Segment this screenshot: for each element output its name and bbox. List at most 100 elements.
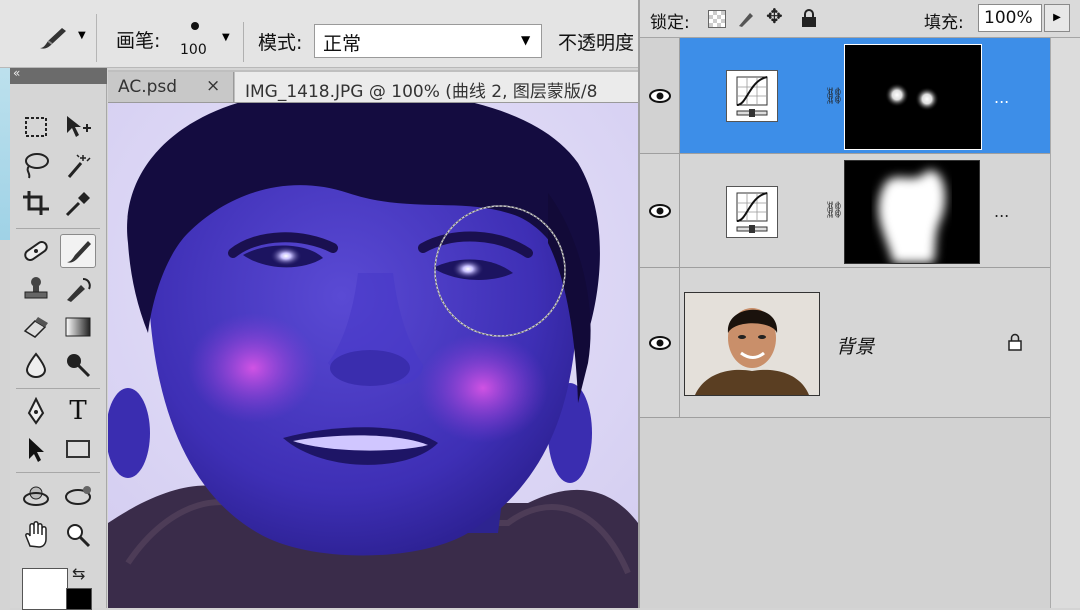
mask-image xyxy=(845,161,979,263)
visibility-toggle[interactable] xyxy=(640,38,680,153)
document-tab-bar: AC.psd × IMG_1418.JPG @ 100% (曲线 2, 图层蒙版… xyxy=(108,70,638,103)
fill-slider-button[interactable]: ▶ xyxy=(1044,4,1070,32)
healing-brush-icon xyxy=(24,240,48,262)
lock-bar: 锁定: ✥ 填充: 100% ▶ xyxy=(640,0,1080,38)
brush-preset-picker[interactable]: 100 xyxy=(172,16,220,64)
gradient-tool[interactable] xyxy=(60,310,96,344)
separator xyxy=(16,472,100,473)
3d-rotate-tool[interactable] xyxy=(18,480,54,514)
pen-tool[interactable] xyxy=(18,394,54,428)
fill-value: 100% xyxy=(984,8,1033,28)
mode-value: 正常 xyxy=(323,33,362,55)
curves-icon xyxy=(736,76,768,117)
visibility-toggle[interactable] xyxy=(640,154,680,267)
crop-icon xyxy=(23,191,49,215)
magic-wand-tool[interactable] xyxy=(60,148,96,182)
layer-row-background[interactable]: 背景 xyxy=(640,268,1050,418)
tool-preset-picker[interactable]: ▼ xyxy=(22,14,97,62)
type-tool[interactable]: T xyxy=(60,394,96,428)
lasso-icon xyxy=(25,153,49,179)
separator xyxy=(16,388,100,389)
brush-size: 100 xyxy=(180,42,207,58)
layers-empty-area xyxy=(640,418,1050,608)
gradient-icon xyxy=(65,317,91,337)
rectangle-icon xyxy=(66,440,90,458)
eyedropper-icon xyxy=(65,192,90,217)
magic-wand-icon xyxy=(67,154,91,178)
lock-label: 锁定: xyxy=(650,13,690,33)
blur-tool[interactable] xyxy=(18,348,54,382)
eye-icon xyxy=(648,203,671,218)
layer-row-curves-1[interactable]: ⛓ ... xyxy=(640,154,1050,268)
hand-tool[interactable] xyxy=(18,518,54,552)
layer-mask-thumbnail[interactable] xyxy=(844,160,980,264)
layer-mask-thumbnail[interactable] xyxy=(844,44,982,150)
3d-orbit-tool[interactable] xyxy=(60,480,96,514)
brush-tool-icon xyxy=(40,28,66,49)
layer-more: ... xyxy=(994,88,1010,107)
mask-image xyxy=(845,45,981,149)
collapse-icon[interactable]: « xyxy=(13,66,20,80)
marquee-tool[interactable] xyxy=(18,110,54,144)
move-icon xyxy=(67,116,91,137)
lasso-tool[interactable] xyxy=(18,148,54,182)
toolbox-header[interactable]: « xyxy=(10,66,107,84)
visibility-toggle[interactable] xyxy=(640,268,680,417)
layers-scrollbar[interactable] xyxy=(1050,38,1080,608)
move-tool[interactable] xyxy=(60,110,96,144)
lock-transparency-icon[interactable] xyxy=(708,10,726,28)
background-color-swatch[interactable] xyxy=(66,588,92,610)
options-bar: ▼ 画笔: 100 ▼ 模式: 正常 ▼ 不透明度 xyxy=(0,0,638,68)
lock-icon xyxy=(1008,333,1022,351)
brush-label: 画笔: xyxy=(116,30,161,52)
dodge-tool[interactable] xyxy=(60,348,96,382)
lock-position-icon[interactable]: ✥ xyxy=(766,4,783,28)
dodge-icon xyxy=(67,354,91,378)
type-icon: T xyxy=(69,396,87,426)
eraser-tool[interactable] xyxy=(18,310,54,344)
lock-all-icon[interactable] xyxy=(800,8,818,28)
fill-input[interactable]: 100% xyxy=(978,4,1042,32)
foreground-color-swatch[interactable] xyxy=(22,568,68,610)
fill-label: 填充: xyxy=(924,13,964,33)
curves-adjustment-icon[interactable] xyxy=(726,70,778,122)
mask-link-icon[interactable]: ⛓ xyxy=(824,200,844,219)
separator xyxy=(243,22,244,62)
rectangle-tool[interactable] xyxy=(60,432,96,466)
history-brush-tool[interactable] xyxy=(60,272,96,306)
eyedropper-tool[interactable] xyxy=(60,186,96,220)
brush-icon xyxy=(67,241,91,263)
zoom-tool[interactable] xyxy=(60,518,96,552)
lock-pixels-icon[interactable] xyxy=(736,8,756,28)
tab-ac-psd[interactable]: AC.psd × xyxy=(108,72,234,102)
curves-icon xyxy=(736,192,768,233)
brush-tool[interactable] xyxy=(60,234,96,268)
document-canvas[interactable] xyxy=(108,103,638,608)
clone-stamp-tool[interactable] xyxy=(18,272,54,306)
mode-label: 模式: xyxy=(258,32,303,54)
curves-adjustment-icon[interactable] xyxy=(726,186,778,238)
mask-link-icon[interactable]: ⛓ xyxy=(824,86,844,105)
tab-img-1418[interactable]: IMG_1418.JPG @ 100% (曲线 2, 图层蒙版/8 xyxy=(235,72,638,102)
eye-icon xyxy=(648,335,671,350)
swap-colors-icon[interactable]: ⇆ xyxy=(72,564,85,583)
opacity-label: 不透明度 xyxy=(558,32,635,54)
layer-name: 背景 xyxy=(836,336,875,358)
chevron-down-icon: ▼ xyxy=(521,33,531,47)
eraser-icon xyxy=(23,317,48,338)
layer-row-curves-2[interactable]: ⛓ ... xyxy=(640,38,1050,154)
layer-thumbnail[interactable] xyxy=(684,292,820,396)
crop-tool[interactable] xyxy=(18,186,54,220)
hand-icon xyxy=(25,521,47,548)
photo-canvas xyxy=(108,103,638,608)
tab-label: IMG_1418.JPG @ 100% (曲线 2, 图层蒙版/8 xyxy=(245,82,598,102)
toolbox: T ⇆ xyxy=(10,84,107,610)
brush-dropdown-icon[interactable]: ▼ xyxy=(222,32,230,43)
layer-more: ... xyxy=(994,202,1010,221)
healing-brush-tool[interactable] xyxy=(18,234,54,268)
close-icon[interactable]: × xyxy=(206,76,220,96)
history-brush-icon xyxy=(67,278,91,302)
brush-tip-preview xyxy=(191,22,199,30)
path-selection-tool[interactable] xyxy=(18,432,54,466)
mode-select[interactable]: 正常 ▼ xyxy=(314,24,542,58)
